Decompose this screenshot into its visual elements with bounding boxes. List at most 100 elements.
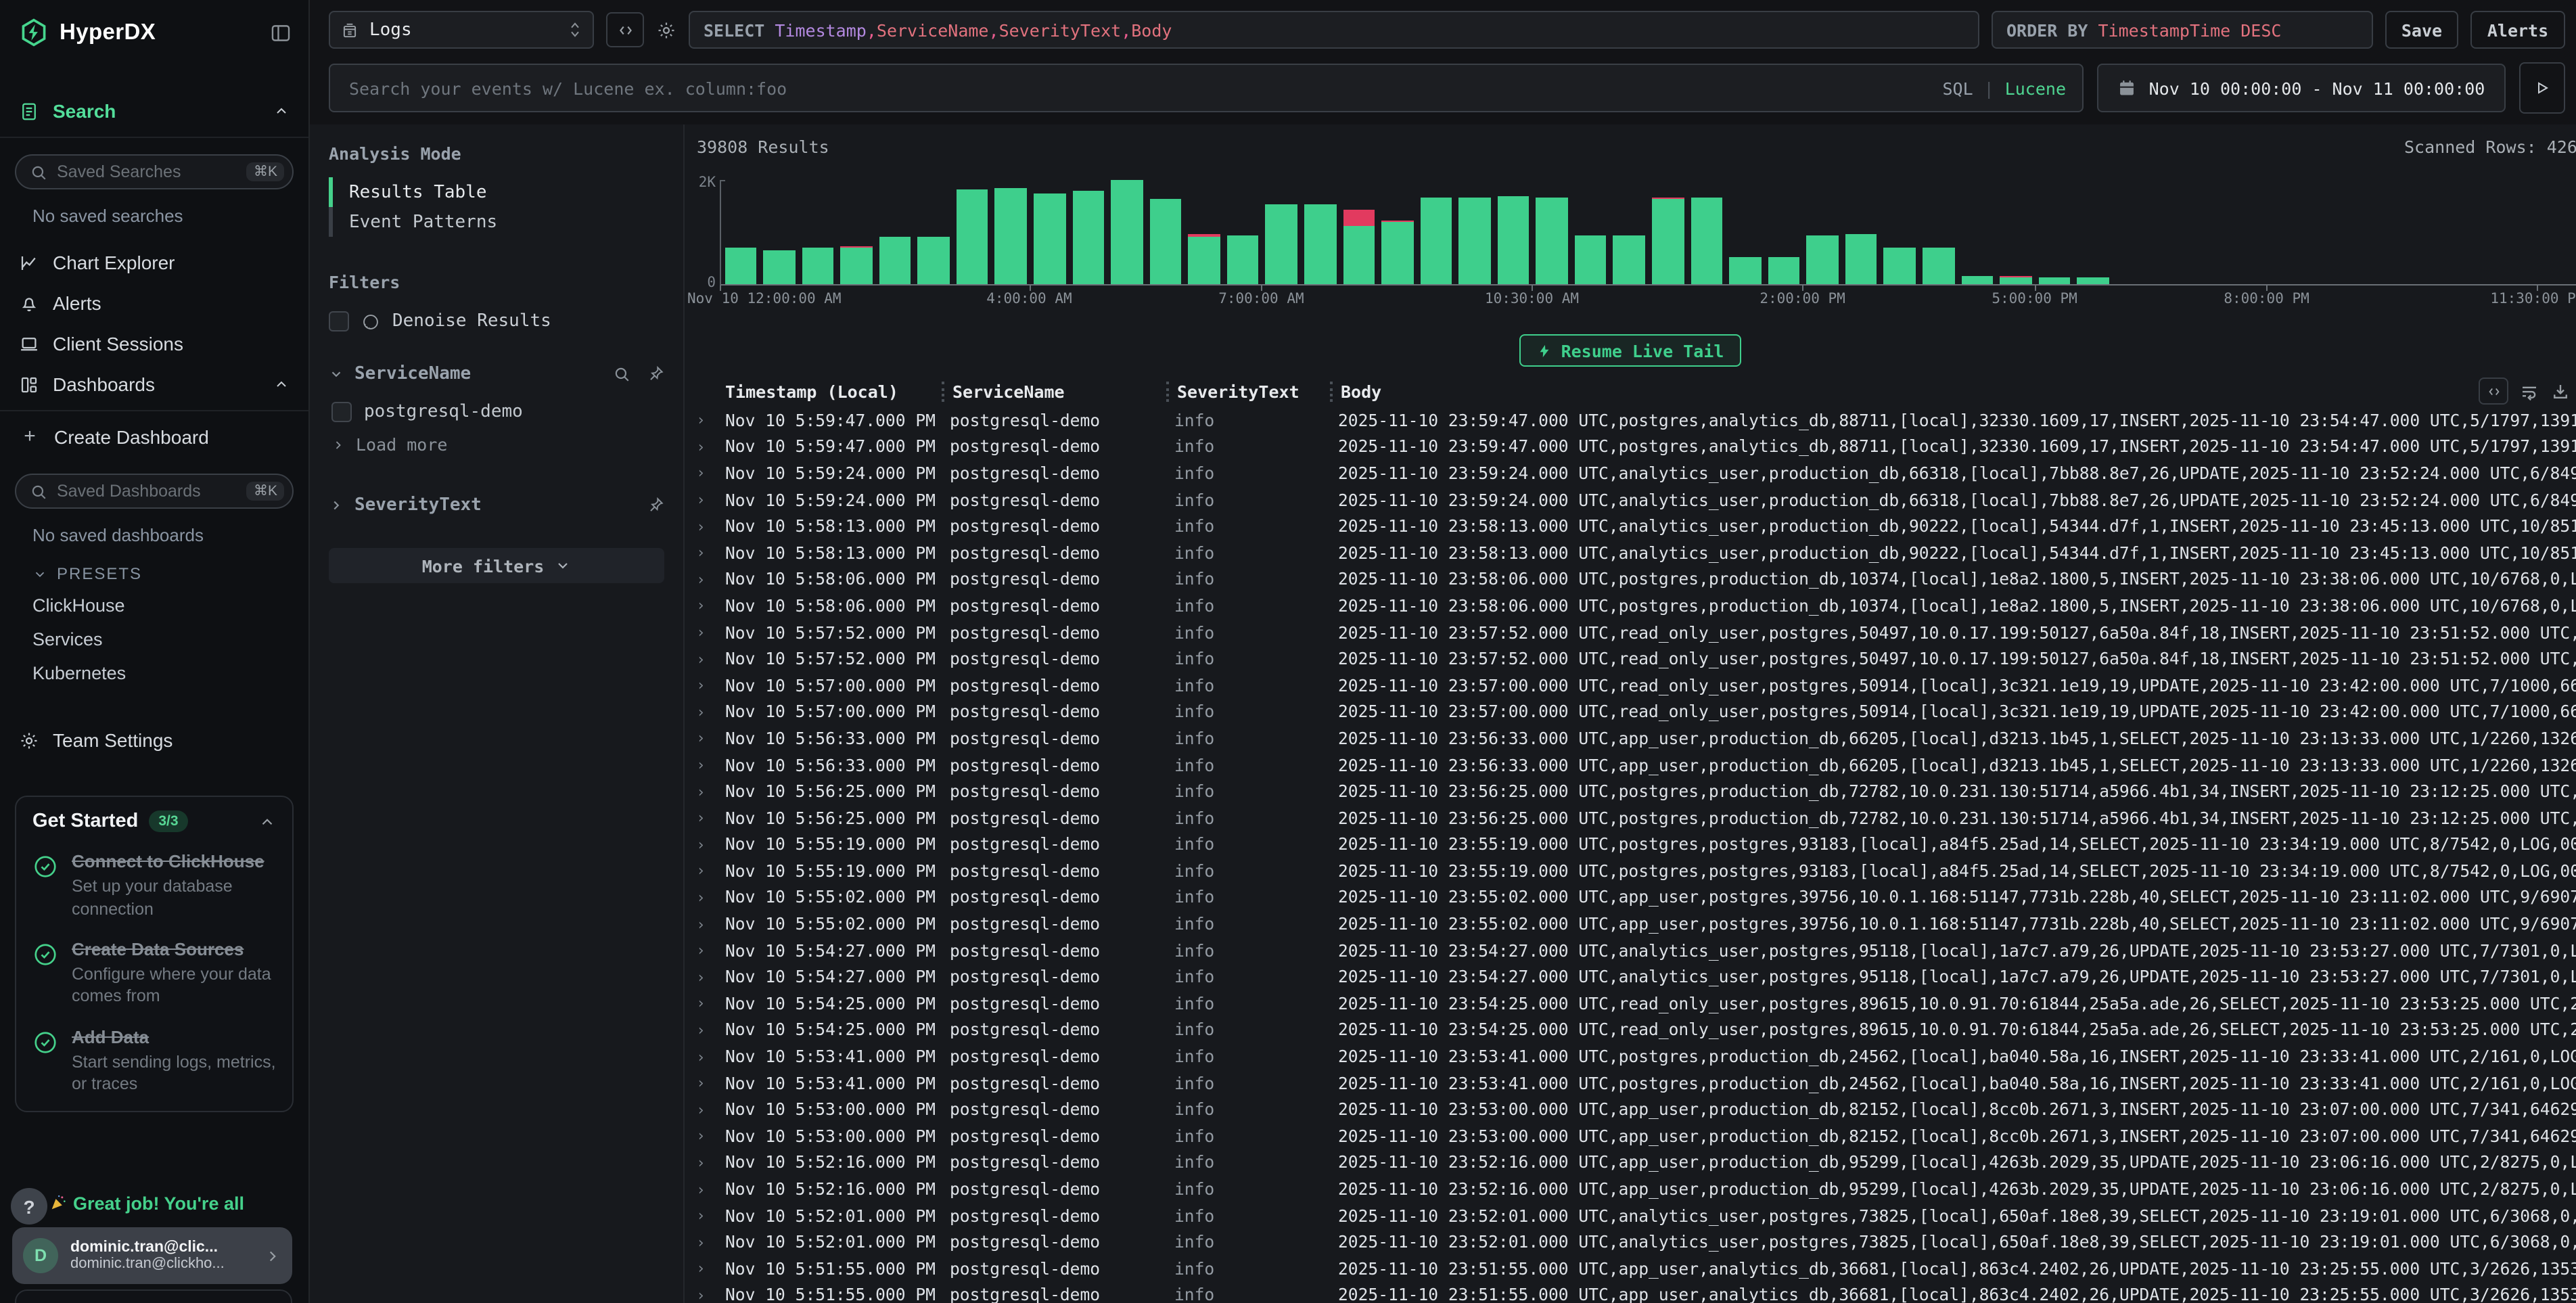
table-row[interactable]: ›Nov 10 5:53:41.000 PMpostgresql-demoinf… bbox=[685, 1044, 2576, 1070]
histogram-bar[interactable] bbox=[721, 180, 760, 284]
table-row[interactable]: ›Nov 10 5:58:06.000 PMpostgresql-demoinf… bbox=[685, 566, 2576, 593]
table-row[interactable]: ›Nov 10 5:56:33.000 PMpostgresql-demoinf… bbox=[685, 752, 2576, 778]
histogram-bar[interactable] bbox=[1571, 180, 1610, 284]
row-expand-chevron[interactable]: › bbox=[685, 518, 717, 535]
column-header-servicename[interactable]: ServiceName bbox=[942, 382, 1166, 402]
histogram-bar[interactable] bbox=[1224, 180, 1262, 284]
histogram-bar[interactable] bbox=[760, 180, 798, 284]
filter-option-postgresql-demo[interactable]: postgresql-demo bbox=[331, 402, 664, 422]
preset-clickhouse[interactable]: ClickHouse bbox=[0, 589, 308, 622]
create-dashboard-button[interactable]: + Create Dashboard bbox=[0, 411, 308, 457]
histogram-bar[interactable] bbox=[2537, 180, 2576, 284]
language-toggle[interactable]: SQL | Lucene bbox=[1942, 78, 2066, 98]
saved-searches-input[interactable]: Saved Searches ⌘K bbox=[15, 154, 294, 189]
download-icon[interactable] bbox=[2550, 381, 2571, 401]
saved-dashboards-input[interactable]: Saved Dashboards ⌘K bbox=[15, 474, 294, 509]
row-expand-chevron[interactable]: › bbox=[685, 1181, 717, 1198]
sidebar-item-dashboards[interactable]: Dashboards bbox=[0, 364, 308, 405]
preset-services[interactable]: Services bbox=[0, 622, 308, 656]
histogram-bar[interactable] bbox=[2460, 180, 2499, 284]
sidebar-item-chart-explorer[interactable]: Chart Explorer bbox=[0, 242, 308, 283]
table-row[interactable]: ›Nov 10 5:52:16.000 PMpostgresql-demoinf… bbox=[685, 1149, 2576, 1176]
histogram-bar[interactable] bbox=[1881, 180, 1919, 284]
table-row[interactable]: ›Nov 10 5:52:01.000 PMpostgresql-demoinf… bbox=[685, 1203, 2576, 1229]
sql-toggle[interactable]: SQL bbox=[1942, 78, 1973, 98]
row-expand-chevron[interactable]: › bbox=[685, 624, 717, 641]
help-button[interactable]: ? bbox=[11, 1188, 47, 1225]
denoise-results-filter[interactable]: Denoise Results bbox=[329, 311, 664, 332]
chevron-up-icon[interactable] bbox=[258, 813, 276, 830]
histogram-bar[interactable] bbox=[2499, 180, 2537, 284]
histogram-bar[interactable] bbox=[2035, 180, 2073, 284]
row-expand-chevron[interactable]: › bbox=[685, 942, 717, 959]
table-row[interactable]: ›Nov 10 5:55:19.000 PMpostgresql-demoinf… bbox=[685, 831, 2576, 858]
table-row[interactable]: ›Nov 10 5:54:27.000 PMpostgresql-demoinf… bbox=[685, 964, 2576, 990]
table-row[interactable]: ›Nov 10 5:58:13.000 PMpostgresql-demoinf… bbox=[685, 540, 2576, 566]
row-expand-chevron[interactable]: › bbox=[685, 597, 717, 615]
histogram-bar[interactable] bbox=[1107, 180, 1146, 284]
row-expand-chevron[interactable]: › bbox=[685, 809, 717, 827]
histogram-bar[interactable] bbox=[1301, 180, 1339, 284]
table-row[interactable]: ›Nov 10 5:56:33.000 PMpostgresql-demoinf… bbox=[685, 725, 2576, 752]
filter-group-severitytext[interactable]: SeverityText bbox=[329, 495, 664, 516]
histogram-bar[interactable] bbox=[1842, 180, 1881, 284]
presets-section-header[interactable]: PRESETS bbox=[0, 551, 308, 589]
row-expand-chevron[interactable]: › bbox=[685, 915, 717, 933]
histogram-bar[interactable] bbox=[1455, 180, 1494, 284]
table-row[interactable]: ›Nov 10 5:59:47.000 PMpostgresql-demoinf… bbox=[685, 434, 2576, 460]
row-expand-chevron[interactable]: › bbox=[685, 889, 717, 907]
table-row[interactable]: ›Nov 10 5:53:41.000 PMpostgresql-demoinf… bbox=[685, 1070, 2576, 1097]
table-row[interactable]: ›Nov 10 5:56:25.000 PMpostgresql-demoinf… bbox=[685, 779, 2576, 805]
histogram-bar[interactable] bbox=[2151, 180, 2190, 284]
row-expand-chevron[interactable]: › bbox=[685, 1154, 717, 1172]
row-expand-chevron[interactable]: › bbox=[685, 650, 717, 668]
date-range-picker[interactable]: Nov 10 00:00:00 - Nov 11 00:00:00 bbox=[2097, 64, 2506, 112]
histogram-bar[interactable] bbox=[1069, 180, 1107, 284]
histogram-bar[interactable] bbox=[837, 180, 875, 284]
sidebar-item-alerts[interactable]: Alerts bbox=[0, 283, 308, 323]
table-row[interactable]: ›Nov 10 5:57:00.000 PMpostgresql-demoinf… bbox=[685, 672, 2576, 699]
histogram-bar[interactable] bbox=[1610, 180, 1649, 284]
row-expand-chevron[interactable]: › bbox=[685, 704, 717, 721]
row-expand-chevron[interactable]: › bbox=[685, 438, 717, 456]
column-header-severitytext[interactable]: SeverityText bbox=[1166, 382, 1330, 402]
histogram-bar[interactable] bbox=[1649, 180, 1687, 284]
histogram-bar[interactable] bbox=[876, 180, 915, 284]
row-expand-chevron[interactable]: › bbox=[685, 1207, 717, 1225]
row-expand-chevron[interactable]: › bbox=[685, 969, 717, 986]
histogram-bar[interactable] bbox=[1378, 180, 1417, 284]
search-icon[interactable] bbox=[613, 365, 630, 383]
histogram-bar[interactable] bbox=[2344, 180, 2383, 284]
table-row[interactable]: ›Nov 10 5:53:00.000 PMpostgresql-demoinf… bbox=[685, 1097, 2576, 1123]
get-started-item[interactable]: Add Data Start sending logs, metrics, or… bbox=[32, 1026, 276, 1095]
table-row[interactable]: ›Nov 10 5:55:02.000 PMpostgresql-demoinf… bbox=[685, 884, 2576, 911]
row-expand-chevron[interactable]: › bbox=[685, 730, 717, 748]
row-expand-chevron[interactable]: › bbox=[685, 995, 717, 1013]
load-more-button[interactable]: Load more bbox=[331, 434, 664, 455]
histogram-bar[interactable] bbox=[1726, 180, 1764, 284]
row-expand-chevron[interactable]: › bbox=[685, 677, 717, 694]
sidebar-collapse-icon[interactable] bbox=[269, 21, 292, 44]
mode-event-patterns[interactable]: Event Patterns bbox=[329, 207, 664, 237]
event-search-field[interactable]: SQL | Lucene bbox=[329, 64, 2084, 112]
get-started-item[interactable]: Connect to ClickHouse Set up your databa… bbox=[32, 851, 276, 920]
sidebar-item-team-settings[interactable]: Team Settings bbox=[0, 720, 308, 760]
table-row[interactable]: ›Nov 10 5:59:24.000 PMpostgresql-demoinf… bbox=[685, 460, 2576, 486]
sidebar-item-search[interactable]: Search bbox=[0, 91, 308, 131]
mode-results-table[interactable]: Results Table bbox=[329, 177, 664, 207]
row-expand-chevron[interactable]: › bbox=[685, 412, 717, 430]
table-row[interactable]: ›Nov 10 5:51:55.000 PMpostgresql-demoinf… bbox=[685, 1256, 2576, 1282]
row-expand-chevron[interactable]: › bbox=[685, 756, 717, 774]
histogram-bar[interactable] bbox=[1185, 180, 1224, 284]
table-row[interactable]: ›Nov 10 5:51:55.000 PMpostgresql-demoinf… bbox=[685, 1282, 2576, 1303]
table-row[interactable]: ›Nov 10 5:52:01.000 PMpostgresql-demoinf… bbox=[685, 1229, 2576, 1256]
histogram-bar[interactable] bbox=[1958, 180, 1996, 284]
histogram-bar[interactable] bbox=[915, 180, 953, 284]
column-header-body[interactable]: Body bbox=[1330, 382, 2576, 402]
row-expand-chevron[interactable]: › bbox=[685, 1074, 717, 1092]
column-header-timestamp[interactable]: Timestamp (Local) bbox=[717, 382, 942, 402]
row-expand-chevron[interactable]: › bbox=[685, 863, 717, 880]
row-expand-chevron[interactable]: › bbox=[685, 1260, 717, 1278]
source-settings-gear-icon[interactable] bbox=[656, 20, 676, 40]
histogram-bar[interactable] bbox=[1533, 180, 1571, 284]
